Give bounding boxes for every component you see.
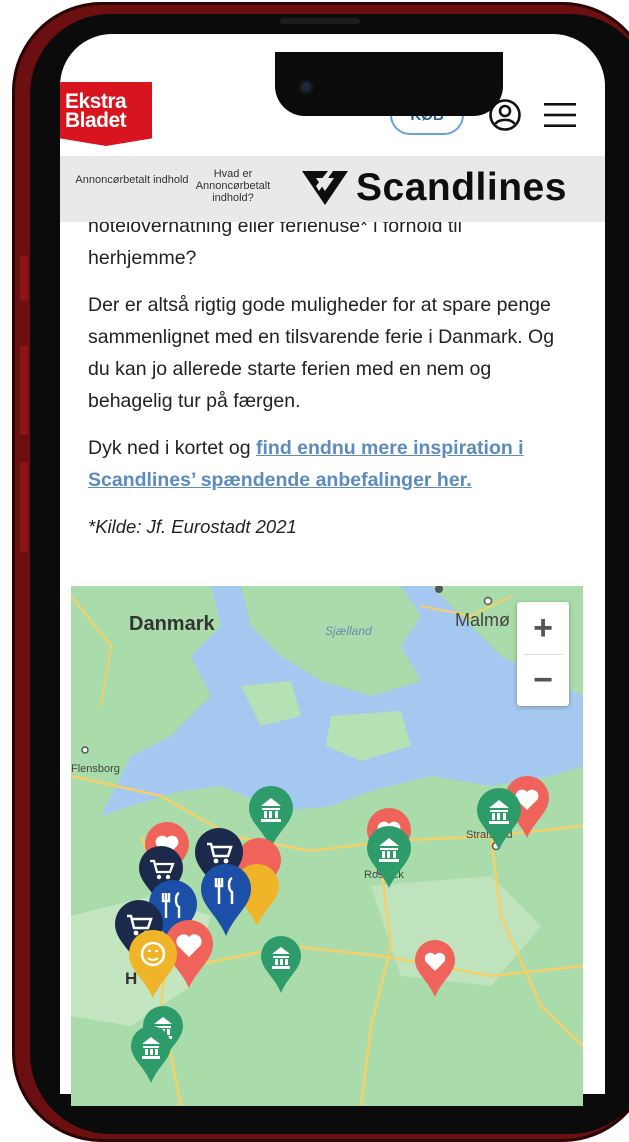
- hamburger-menu-icon[interactable]: [544, 102, 576, 128]
- map-label-flensborg: Flensborg: [71, 763, 120, 775]
- phone-notch: [275, 52, 503, 116]
- front-camera: [301, 82, 311, 92]
- article-paragraph-map: Dyk ned i kortet og find endnu mere insp…: [88, 432, 578, 496]
- map-canvas[interactable]: Danmark Sjælland Malmø Flensborg Stralsu…: [71, 586, 583, 1106]
- scandlines-brand-text: Scandlines: [356, 166, 567, 209]
- map-label-malmo: Malmø: [455, 610, 510, 630]
- article-line-herhjemme: herhjemme?: [88, 247, 197, 269]
- logo-line-2: Bladet: [65, 109, 127, 132]
- phone-speaker: [280, 18, 360, 24]
- phone-volume-up: [20, 345, 28, 435]
- interactive-map[interactable]: Danmark Sjælland Malmø Flensborg Stralsu…: [71, 586, 583, 1106]
- zoom-out-button[interactable]: −: [517, 654, 569, 706]
- article-paragraph-savings: Der er altså rigtig gode muligheder for …: [88, 294, 555, 412]
- article-map-intro: Dyk ned i kortet og: [88, 437, 256, 459]
- map-label-danmark: Danmark: [129, 613, 215, 635]
- sponsored-label: Annoncørbetalt indhold: [75, 174, 189, 186]
- article-source: *Kilde: Jf. Eurostadt 2021: [88, 516, 297, 537]
- map-label-sjaelland: Sjælland: [325, 624, 372, 638]
- ekstra-bladet-logo[interactable]: Ekstra Bladet: [60, 82, 152, 146]
- scandlines-v-icon: [302, 171, 348, 205]
- map-zoom-controls: + −: [517, 602, 569, 706]
- phone-volume-down: [20, 462, 28, 552]
- scandlines-logo[interactable]: Scandlines: [302, 166, 567, 210]
- sponsored-content-bar: Annoncørbetalt indhold Hvad er Annoncørb…: [60, 156, 605, 222]
- phone-silent-switch: [20, 255, 28, 301]
- zoom-in-button[interactable]: +: [517, 602, 569, 654]
- map-label-h: H: [125, 969, 137, 988]
- article-body: hotelovernatning eller feriehuse* i forh…: [88, 210, 578, 558]
- sponsored-info-link[interactable]: Hvad er Annoncørbetalt indhold?: [188, 168, 278, 204]
